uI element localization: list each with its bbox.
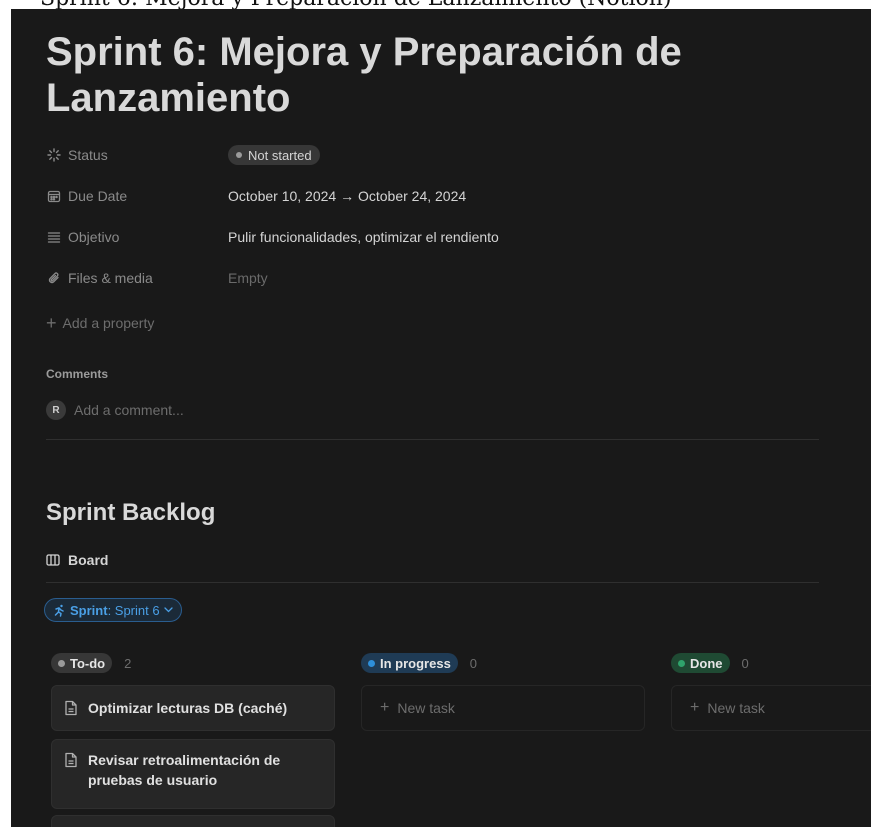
files-label: Files & media (68, 270, 153, 286)
status-spinner-icon (46, 147, 62, 163)
todo-count: 2 (124, 655, 132, 671)
status-badge-text: Not started (248, 147, 312, 163)
objetivo-label: Objetivo (68, 229, 120, 245)
due-date-value[interactable]: October 10, 2024 → October 24, 2024 (228, 188, 466, 204)
in-progress-count: 0 (469, 655, 478, 671)
running-person-icon (53, 604, 66, 617)
plus-icon: + (46, 313, 57, 333)
task-card-partial[interactable] (51, 815, 335, 827)
filter-value: : Sprint 6 (107, 602, 160, 618)
page-icon (64, 752, 78, 768)
status-dot (236, 152, 242, 158)
add-property-button[interactable]: + Add a property (46, 311, 154, 335)
board-divider (46, 582, 819, 583)
done-label: Done (690, 655, 723, 671)
column-header-in-progress[interactable]: In progress 0 (361, 652, 477, 674)
tab-board[interactable]: Board (46, 548, 108, 572)
in-progress-dot (368, 659, 375, 667)
task-title: Optimizar lecturas DB (caché) (88, 700, 288, 716)
column-header-done[interactable]: Done 0 (671, 652, 749, 674)
paperclip-icon (46, 270, 62, 286)
add-property-label: Add a property (62, 315, 155, 331)
property-label-status: Status (46, 147, 228, 163)
chevron-down-icon (163, 607, 173, 613)
column-pill-done: Done (671, 653, 730, 673)
new-task-label: New task (397, 700, 455, 716)
backlog-title[interactable]: Sprint Backlog (46, 499, 215, 527)
tab-board-label: Board (68, 552, 109, 568)
property-label-due-date: Due Date (46, 188, 228, 204)
due-date-label: Due Date (68, 188, 128, 204)
new-task-label: New task (707, 700, 765, 716)
add-comment-input[interactable]: R Add a comment... (46, 398, 184, 422)
objetivo-value[interactable]: Pulir funcionalidades, optimizar el rend… (228, 229, 499, 245)
new-task-button-done[interactable]: + New task (671, 685, 871, 731)
new-task-button-in-progress[interactable]: + New task (361, 685, 645, 731)
todo-dot (58, 659, 65, 667)
property-objetivo[interactable]: Objetivo Pulir funcionalidades, optimiza… (46, 224, 499, 250)
avatar: R (46, 400, 66, 420)
property-status[interactable]: Status Not started (46, 142, 320, 168)
comment-placeholder: Add a comment... (74, 402, 184, 418)
board-icon (46, 554, 60, 566)
task-card[interactable]: Revisar retroalimentación de pruebas de … (51, 739, 335, 809)
text-lines-icon (46, 229, 62, 245)
status-value[interactable]: Not started (228, 145, 320, 165)
property-due-date[interactable]: Due Date October 10, 2024 → October 24, … (46, 183, 466, 209)
in-progress-label: In progress (380, 655, 451, 671)
task-title: Revisar retroalimentación de pruebas de … (88, 752, 281, 788)
calendar-icon (46, 188, 62, 204)
property-files-media[interactable]: Files & media Empty (46, 265, 268, 291)
task-card[interactable]: Optimizar lecturas DB (caché) (51, 685, 335, 731)
status-label: Status (68, 147, 108, 163)
column-header-todo[interactable]: To-do 2 (51, 652, 131, 674)
notion-page: Sprint 6: Mejora y Preparación de Lanzam… (11, 9, 871, 827)
property-label-files: Files & media (46, 270, 228, 286)
page-title[interactable]: Sprint 6: Mejora y Preparación de Lanzam… (46, 29, 806, 121)
divider (46, 439, 819, 440)
status-badge[interactable]: Not started (228, 145, 320, 165)
done-dot (678, 659, 685, 667)
files-value[interactable]: Empty (228, 270, 268, 286)
todo-label: To-do (70, 655, 106, 671)
page-icon (64, 700, 78, 716)
plus-icon: + (380, 699, 390, 716)
done-count: 0 (741, 655, 749, 671)
column-pill-in-progress: In progress (361, 653, 458, 673)
column-pill-todo: To-do (51, 653, 113, 673)
plus-icon: + (690, 699, 700, 716)
comments-heading: Comments (46, 367, 109, 381)
filter-label: Sprint (70, 602, 108, 618)
sprint-filter[interactable]: Sprint : Sprint 6 (44, 598, 182, 622)
property-label-objetivo: Objetivo (46, 229, 228, 245)
